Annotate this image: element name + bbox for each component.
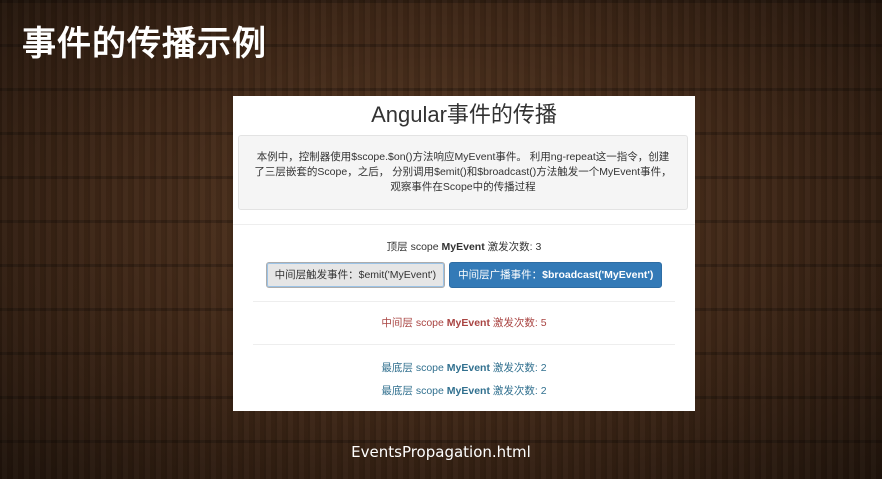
top-scope-counter: 顶层 scope MyEvent 激发次数: 3 <box>233 240 695 254</box>
description-line-2: 了三层嵌套的Scope，之后， 分别调用$emit()和$broadcast()… <box>254 166 672 178</box>
description-line-1: 本例中，控制器使用$scope.$on()方法响应MyEvent事件。 利用ng… <box>256 151 670 163</box>
bottom-scope-prefix: 最底层 scope <box>381 385 447 397</box>
broadcast-button-code: $broadcast('MyEvent') <box>542 269 654 281</box>
description-line-3: 观察事件在Scope中的传播过程 <box>390 181 536 193</box>
filename-caption: EventsPropagation.html <box>351 443 531 461</box>
button-row: 中间层触发事件：$emit('MyEvent') 中间层广播事件：$broadc… <box>233 262 695 288</box>
top-scope-section: 顶层 scope MyEvent 激发次数: 3 中间层触发事件：$emit('… <box>233 225 695 288</box>
top-scope-count: 激发次数: 3 <box>484 241 542 253</box>
description-well: 本例中，控制器使用$scope.$on()方法响应MyEvent事件。 利用ng… <box>238 135 688 210</box>
top-scope-prefix: 顶层 scope <box>386 241 442 253</box>
emit-event-button[interactable]: 中间层触发事件：$emit('MyEvent') <box>265 262 446 288</box>
bottom-scope-prefix: 最底层 scope <box>381 362 447 374</box>
broadcast-event-button[interactable]: 中间层广播事件：$broadcast('MyEvent') <box>449 262 663 288</box>
bottom-scope-counter: 最底层 scope MyEvent 激发次数: 2 <box>233 375 695 398</box>
top-scope-event-name: MyEvent <box>441 241 485 253</box>
middle-scope-event-name: MyEvent <box>446 317 490 329</box>
bottom-scope-count: 激发次数: 2 <box>489 362 547 374</box>
bottom-scope-event-name: MyEvent <box>446 385 490 397</box>
middle-scope-count: 激发次数: 5 <box>489 317 547 329</box>
broadcast-button-label: 中间层广播事件： <box>458 269 543 281</box>
app-heading: Angular事件的传播 <box>233 102 695 130</box>
demo-app-panel: Angular事件的传播 本例中，控制器使用$scope.$on()方法响应My… <box>233 96 695 411</box>
bottom-scope-count: 激发次数: 2 <box>489 385 547 397</box>
bottom-scope-counter: 最底层 scope MyEvent 激发次数: 2 <box>233 345 695 375</box>
app-heading-text: Angular事件的传播 <box>371 102 557 127</box>
middle-scope-prefix: 中间层 scope <box>381 317 447 329</box>
slide-title: 事件的传播示例 <box>22 24 267 64</box>
middle-scope-counter: 中间层 scope MyEvent 激发次数: 5 <box>233 302 695 330</box>
bottom-scope-event-name: MyEvent <box>446 362 490 374</box>
